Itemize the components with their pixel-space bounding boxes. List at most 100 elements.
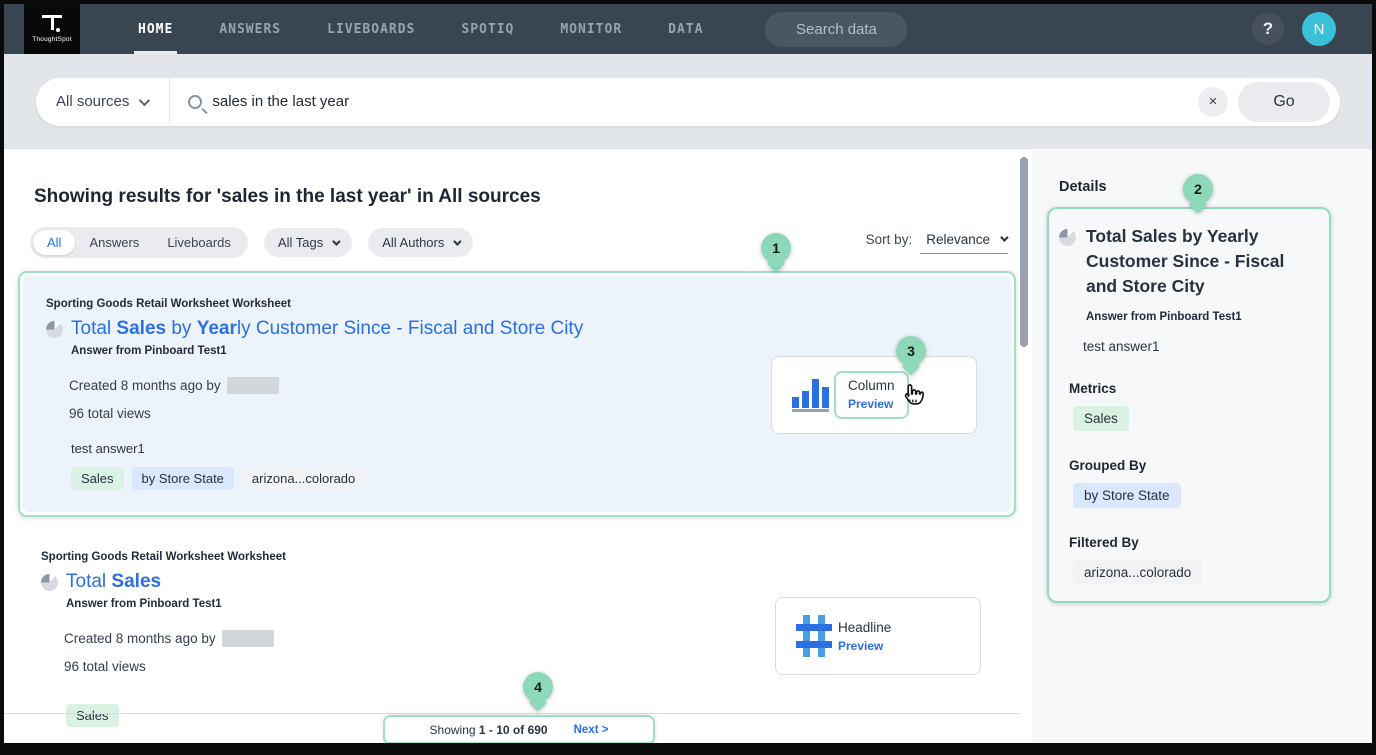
callout-pin-1: 1: [761, 233, 791, 263]
metrics-section: Metrics Sales: [1069, 381, 1313, 431]
tag-metric[interactable]: Sales: [71, 467, 124, 490]
highlight-box-preview: Column Preview: [834, 371, 909, 419]
result-source: Sporting Goods Retail Worksheet Workshee…: [46, 298, 991, 310]
sort-dropdown[interactable]: Relevance: [920, 232, 1008, 254]
details-title: Total Sales by Yearly Customer Since - F…: [1086, 224, 1313, 299]
chevron-down-icon: [1000, 233, 1008, 241]
pagination-summary: Showing 1 - 10 of 690: [430, 723, 548, 737]
filtered-by-section: Filtered By arizona...colorado: [1069, 535, 1313, 585]
nav-menu: HOME ANSWERS LIVEBOARDS SPOTIQ MONITOR D…: [138, 4, 703, 54]
thoughtspot-logo-label: ThoughtSpot: [32, 36, 71, 43]
authors-filter-dropdown[interactable]: All Authors: [368, 228, 473, 257]
result-description: test answer1: [71, 441, 991, 456]
title-part-bold: Sales: [111, 571, 161, 592]
result-card-1[interactable]: Sporting Goods Retail Worksheet Workshee…: [23, 276, 1011, 512]
filtered-by-tag[interactable]: arizona...colorado: [1073, 560, 1202, 585]
grouped-by-label: Grouped By: [1069, 458, 1313, 473]
hand-cursor-icon: [899, 381, 926, 408]
highlight-box-pagination: Showing 1 - 10 of 690 Next >: [383, 715, 655, 743]
search-data-button[interactable]: Search data: [765, 12, 907, 47]
answer-pie-icon: [41, 574, 58, 591]
search-icon: [188, 95, 202, 109]
tag-filter[interactable]: arizona...colorado: [242, 467, 365, 490]
go-button[interactable]: Go: [1238, 82, 1330, 122]
metrics-tag[interactable]: Sales: [1073, 406, 1129, 431]
pagination-showing-label: Showing: [430, 723, 476, 737]
tag-grouped-by[interactable]: by Store State: [132, 467, 234, 490]
help-button[interactable]: ?: [1252, 13, 1284, 45]
result-title-link[interactable]: Total Sales: [66, 571, 161, 593]
authors-filter-label: All Authors: [382, 235, 444, 250]
result-card-2[interactable]: Sporting Goods Retail Worksheet Workshee…: [21, 547, 1032, 727]
redacted-author: [227, 377, 279, 394]
nav-item-answers[interactable]: ANSWERS: [219, 4, 281, 54]
clear-search-button[interactable]: ×: [1198, 87, 1228, 117]
details-description: test answer1: [1083, 339, 1313, 354]
preview-type-label: Column: [848, 378, 895, 393]
sort-control: Sort by: Relevance: [866, 232, 1008, 254]
thoughtspot-logo[interactable]: ThoughtSpot: [24, 4, 80, 54]
redacted-author: [222, 630, 274, 647]
nav-item-home[interactable]: HOME: [138, 4, 173, 54]
preview-link[interactable]: Preview: [838, 639, 891, 653]
nav-item-liveboards[interactable]: LIVEBOARDS: [327, 4, 415, 54]
sort-value-label: Relevance: [926, 232, 990, 247]
screenshot-frame: ThoughtSpot HOME ANSWERS LIVEBOARDS SPOT…: [0, 0, 1376, 755]
pagination-bar: Showing 1 - 10 of 690 Next >: [4, 713, 1020, 743]
tab-all[interactable]: All: [33, 230, 75, 255]
results-heading: Showing results for 'sales in the last y…: [34, 186, 1032, 208]
source-selector-label: All sources: [56, 93, 129, 110]
answer-pie-icon: [46, 321, 63, 338]
thoughtspot-logo-icon: [41, 15, 63, 33]
callout-pin-2: 2: [1183, 174, 1213, 204]
headline-hash-icon: [796, 615, 832, 657]
tags-filter-dropdown[interactable]: All Tags: [264, 228, 352, 257]
column-chart-icon: [792, 379, 829, 412]
created-label: Created 8 months ago by: [64, 631, 216, 646]
preview-card-column[interactable]: Column Preview: [771, 356, 977, 434]
pagination-range: 1 - 10 of 690: [479, 723, 548, 737]
tab-liveboards[interactable]: Liveboards: [153, 230, 245, 255]
result-source: Sporting Goods Retail Worksheet Workshee…: [41, 551, 1032, 563]
user-avatar[interactable]: N: [1302, 12, 1336, 46]
nav-item-monitor[interactable]: MONITOR: [560, 4, 622, 54]
tab-answers[interactable]: Answers: [75, 230, 153, 255]
vertical-scrollbar[interactable]: [1020, 157, 1028, 347]
created-label: Created 8 months ago by: [69, 378, 221, 393]
grouped-by-tag[interactable]: by Store State: [1073, 483, 1181, 508]
chevron-down-icon: [332, 237, 340, 245]
preview-link[interactable]: Preview: [848, 397, 895, 411]
title-part-bold: Year: [197, 318, 237, 339]
nav-item-data[interactable]: DATA: [668, 4, 703, 54]
tags-row: Sales by Store State arizona...colorado: [71, 467, 991, 490]
content-area: Showing results for 'sales in the last y…: [4, 149, 1372, 743]
divider: [169, 78, 170, 126]
source-selector[interactable]: All sources: [36, 78, 169, 126]
title-part: by: [166, 318, 197, 339]
metrics-label: Metrics: [1069, 381, 1313, 396]
search-strip: All sources × Go: [4, 54, 1372, 149]
details-panel: Details Total Sales by Yearly Customer S…: [1032, 149, 1372, 743]
top-navbar: ThoughtSpot HOME ANSWERS LIVEBOARDS SPOT…: [4, 4, 1372, 54]
grouped-by-section: Grouped By by Store State: [1069, 458, 1313, 508]
title-part-bold: Sales: [116, 318, 166, 339]
nav-item-spotiq[interactable]: SPOTIQ: [461, 4, 514, 54]
title-part: Total: [71, 318, 116, 339]
chevron-down-icon: [139, 94, 150, 105]
preview-card-headline[interactable]: Headline Preview: [775, 597, 981, 675]
details-heading: Details: [1059, 179, 1372, 195]
result-title-link[interactable]: Total Sales by Yearly Customer Since - F…: [71, 318, 583, 340]
filter-row: All Answers Liveboards All Tags All Auth…: [30, 227, 1008, 258]
callout-pin-3: 3: [896, 336, 926, 366]
tags-filter-label: All Tags: [278, 235, 323, 250]
preview-type-label: Headline: [838, 620, 891, 635]
nav-right-controls: ? N: [1252, 12, 1336, 46]
search-input[interactable]: [212, 93, 1198, 110]
highlight-box-details: Total Sales by Yearly Customer Since - F…: [1047, 207, 1331, 603]
pagination-next-link[interactable]: Next >: [574, 724, 609, 736]
title-part: Total: [66, 571, 111, 592]
chevron-down-icon: [454, 237, 462, 245]
results-main: Showing results for 'sales in the last y…: [4, 149, 1032, 743]
sort-label: Sort by:: [866, 232, 913, 247]
result-type-tabs: All Answers Liveboards: [30, 227, 248, 258]
